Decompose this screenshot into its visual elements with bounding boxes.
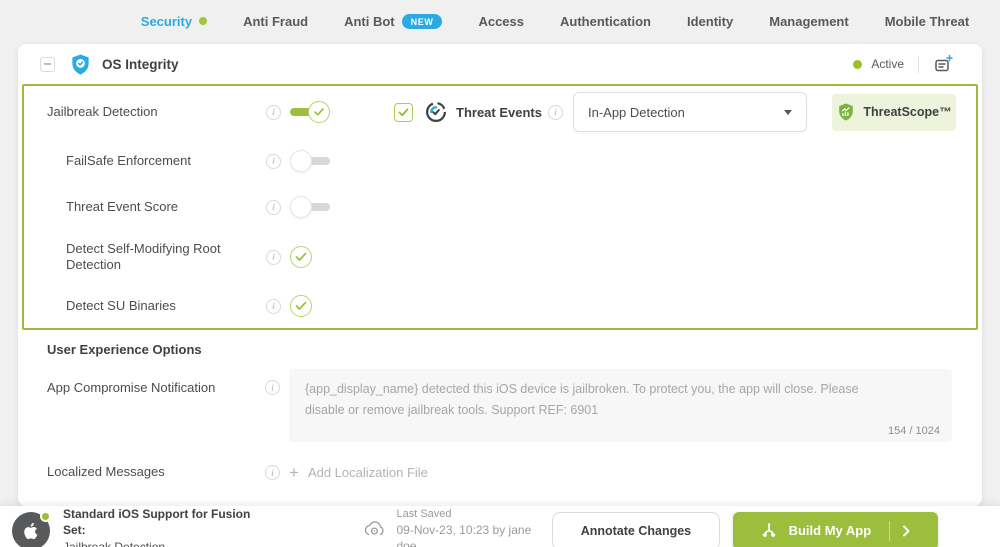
nav-label: Management [769,13,849,29]
nav-item-security[interactable]: Security [140,13,208,29]
top-nav: Security Anti Fraud Anti Bot NEW Access … [0,0,1000,42]
threat-events-checkbox[interactable] [394,102,413,122]
panel-title: OS Integrity [102,56,179,72]
info-icon[interactable]: i [266,104,281,120]
info-icon[interactable]: i [266,153,281,169]
nav-label: Authentication [560,13,651,29]
app-compromise-label: App Compromise Notification [47,380,216,395]
jailbreak-detection-row: Jailbreak Detection i Threat Events i In… [24,86,976,138]
threat-events-gauge-icon [425,101,447,123]
jailbreak-detection-toggle[interactable] [290,100,330,124]
threat-events-dropdown[interactable]: In-App Detection [572,92,807,132]
compromise-message-textarea[interactable]: {app_display_name} detected this iOS dev… [289,369,952,442]
info-icon[interactable]: i [265,380,280,395]
build-branch-icon [759,521,779,541]
os-integrity-panel: OS Integrity Active Jailbreak Detection … [18,44,982,506]
dropdown-selected-value: In-App Detection [587,104,685,120]
build-my-app-button[interactable]: Build My App [732,511,938,547]
threatscope-label: ThreatScope™ [863,105,952,119]
failsafe-enforcement-row: FailSafe Enforcement i [24,138,976,184]
divider [918,55,919,73]
add-note-icon[interactable] [933,54,954,75]
threat-event-score-label: Threat Event Score [66,198,178,214]
chevron-right-icon [900,524,912,538]
threatscope-shield-icon [839,103,854,121]
fusion-set-info: Standard iOS Support for Fusion Set: Jai… [63,506,273,547]
apple-ios-icon [12,510,51,547]
nav-label: Anti Bot [344,13,395,29]
detect-self-modifying-row: Detect Self-Modifying Root Detection i [24,230,976,284]
info-icon[interactable]: i [547,104,563,120]
fusion-set-title: Standard iOS Support for Fusion Set: [63,507,251,538]
localized-messages-row: Localized Messages i + Add Localization … [18,450,982,496]
nav-label: Access [478,13,524,29]
active-feature-outline: Jailbreak Detection i Threat Events i In… [22,84,978,330]
info-icon[interactable]: i [266,199,281,215]
info-icon[interactable]: i [265,465,280,480]
threat-events-label: Threat Events [456,104,542,120]
threatscope-button[interactable]: ThreatScope™ [831,93,956,131]
active-status-dot-icon [853,59,863,69]
nav-item-access[interactable]: Access [478,14,524,29]
info-icon[interactable]: i [266,249,281,265]
new-badge: NEW [401,13,443,29]
detect-self-modifying-label: Detect Self-Modifying Root Detection [66,240,221,272]
nav-item-management[interactable]: Management [769,14,848,29]
footer-status-dot-icon [40,510,51,522]
nav-label: Mobile Threat [884,13,970,29]
build-my-app-label: Build My App [788,523,872,538]
nav-item-anti-bot[interactable]: Anti Bot NEW [344,13,443,29]
panel-header: OS Integrity Active [18,44,982,84]
divider [889,520,891,541]
app-root: Security Anti Fraud Anti Bot NEW Access … [0,0,1000,547]
check-icon [398,108,409,116]
check-icon [314,108,324,116]
cloud-saved-icon [363,520,386,542]
annotate-changes-button[interactable]: Annotate Changes [552,511,720,547]
jailbreak-detection-label: Jailbreak Detection [47,103,158,119]
check-icon [295,252,307,261]
status-badge: Active [871,57,904,71]
detect-self-modifying-check[interactable] [290,246,312,268]
threat-event-score-row: Threat Event Score i [24,184,976,230]
nav-label: Security [140,13,193,29]
nav-item-mobile-threat[interactable]: Mobile Threat [885,14,970,29]
collapse-icon[interactable] [40,56,55,72]
localized-messages-label: Localized Messages [47,464,165,480]
last-saved-label: Last Saved [396,507,452,520]
add-localization-file-button[interactable]: + Add Localization File [289,464,428,481]
detect-su-binaries-label: Detect SU Binaries [66,297,176,313]
footer-bar: Standard iOS Support for Fusion Set: Jai… [0,505,1000,547]
char-counter: 154 / 1024 [888,424,940,437]
nav-label: Identity [687,13,734,29]
nav-item-identity[interactable]: Identity [687,14,733,29]
add-localization-file-label: Add Localization File [307,465,428,480]
failsafe-enforcement-label: FailSafe Enforcement [66,152,192,168]
check-icon [295,301,307,310]
nav-item-anti-fraud[interactable]: Anti Fraud [243,14,308,29]
info-icon[interactable]: i [266,298,281,314]
last-saved-block: Last Saved 09-Nov-23, 10:23 by jane doe [363,507,552,547]
nav-label: Anti Fraud [243,13,309,29]
plus-icon: + [289,463,299,482]
threat-event-score-toggle[interactable] [290,195,330,219]
active-section-dot-icon [199,17,208,25]
failsafe-enforcement-toggle[interactable] [290,149,330,173]
user-experience-options-title: User Experience Options [47,342,202,357]
nav-item-authentication[interactable]: Authentication [560,14,651,29]
caret-down-icon [783,109,792,115]
detect-su-binaries-row: Detect SU Binaries i [24,284,976,328]
last-saved-value: 09-Nov-23, 10:23 by jane doe [396,522,532,547]
os-integrity-shield-icon [69,53,92,76]
compromise-message-text: {app_display_name} detected this iOS dev… [305,382,859,418]
fusion-set-value: Jailbreak Detection [63,539,166,547]
app-compromise-row: App Compromise Notification i {app_displ… [18,361,982,442]
detect-su-binaries-check[interactable] [290,295,312,317]
